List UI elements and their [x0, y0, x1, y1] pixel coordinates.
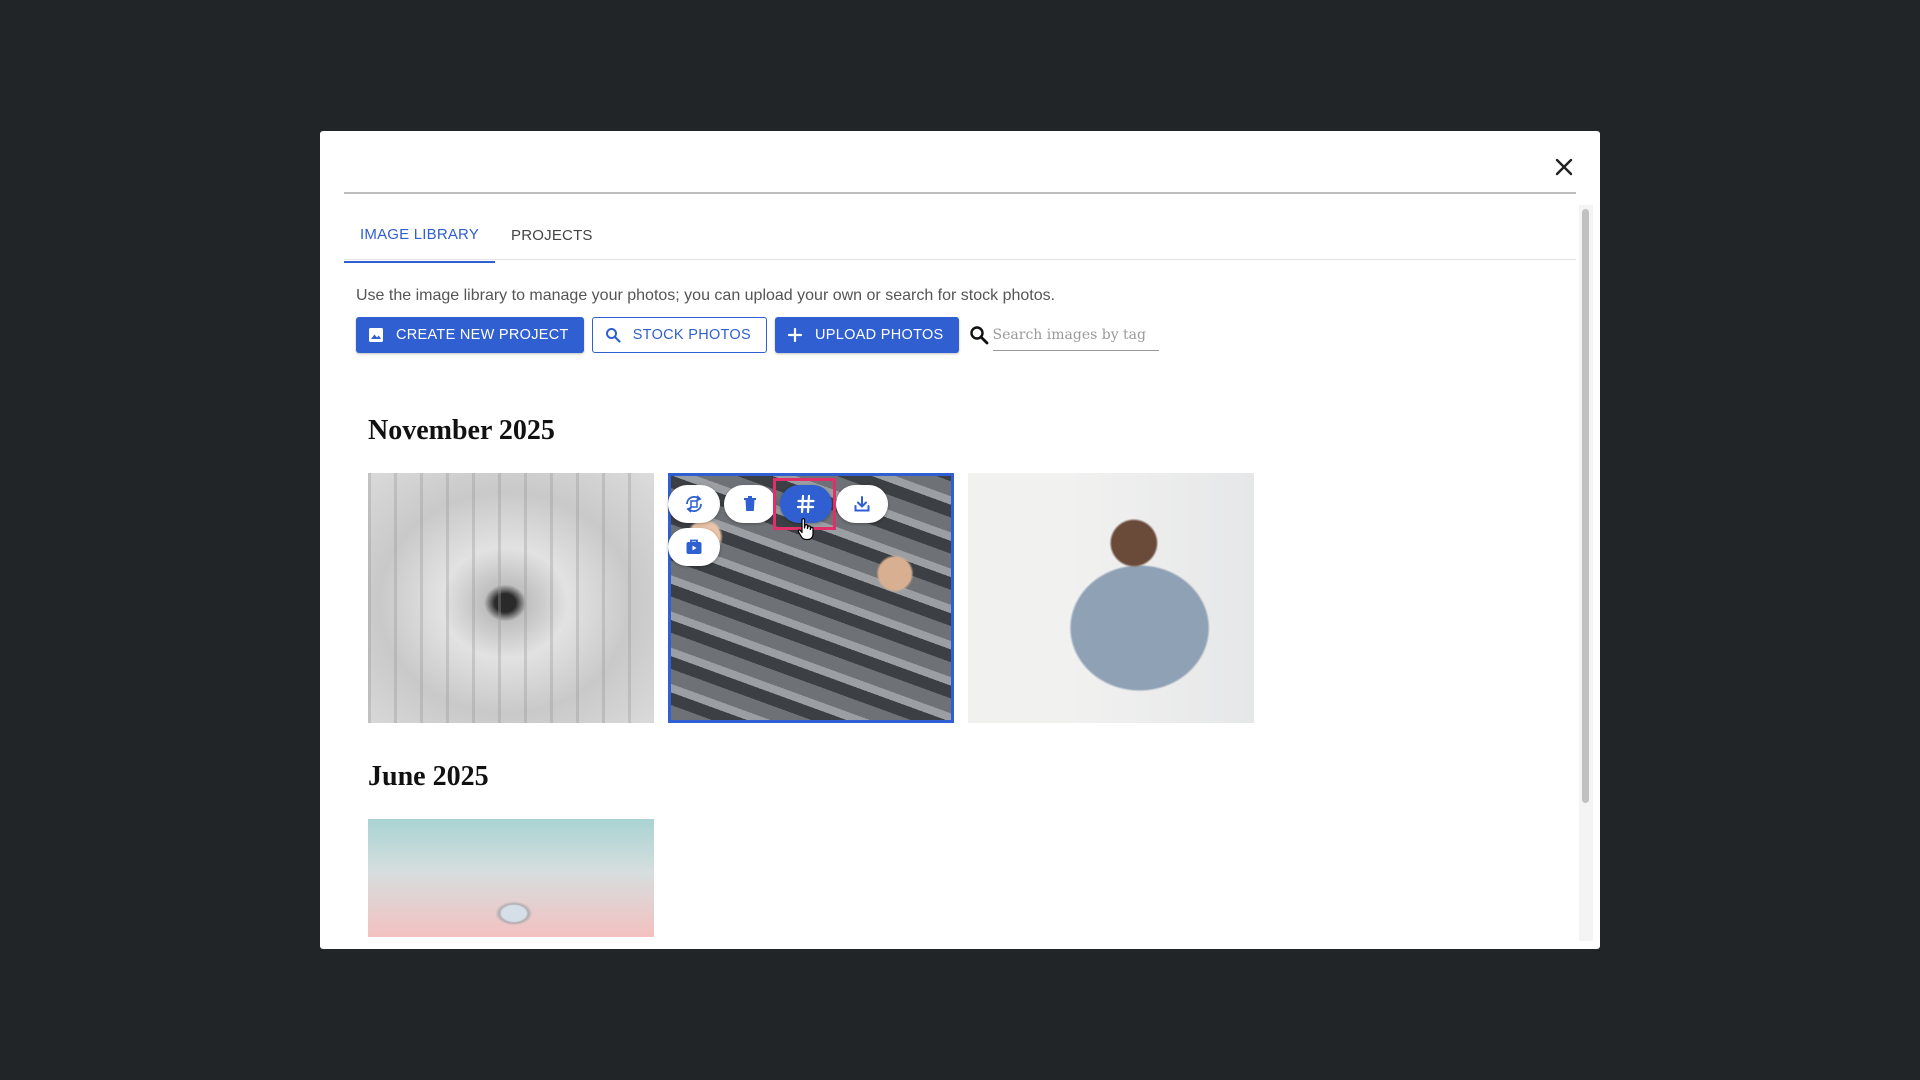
rotate-icon — [686, 495, 702, 513]
download-icon — [854, 496, 870, 512]
delete-image-button[interactable] — [724, 485, 776, 523]
search-icon — [605, 326, 623, 344]
tab-projects[interactable]: PROJECTS — [495, 208, 609, 263]
upload-photos-label: UPLOAD PHOTOS — [815, 327, 944, 343]
library-description: Use the image library to manage your pho… — [356, 287, 1056, 304]
image-tile-lightbulb[interactable] — [368, 819, 654, 937]
create-new-project-label: CREATE NEW PROJECT — [396, 327, 569, 343]
tab-image-library[interactable]: IMAGE LIBRARY — [344, 208, 496, 263]
add-to-project-icon — [686, 539, 702, 554]
tag-search-input[interactable] — [992, 319, 1159, 351]
image-icon — [368, 326, 386, 344]
download-image-button[interactable] — [836, 485, 888, 523]
tabs-divider — [344, 259, 1576, 260]
header-divider — [344, 192, 1576, 194]
section-title-november-2025: November 2025 — [368, 415, 555, 446]
tag-image-button[interactable] — [780, 485, 832, 523]
library-toolbar: CREATE NEW PROJECT STOCK PHOTOS UPLOAD P… — [356, 317, 1159, 353]
plus-icon — [787, 326, 805, 344]
trash-icon — [744, 496, 756, 511]
image-library-dialog: IMAGE LIBRARY PROJECTS Use the image lib… — [320, 131, 1600, 949]
scrollbar-thumb[interactable] — [1582, 209, 1589, 803]
content-scrollbar[interactable] — [1579, 205, 1593, 941]
stock-photos-label: STOCK PHOTOS — [632, 327, 751, 343]
tag-search — [969, 319, 1159, 351]
create-new-project-button[interactable]: CREATE NEW PROJECT — [356, 317, 584, 353]
section-title-june-2025: June 2025 — [368, 761, 489, 792]
image-tile-corridor[interactable] — [368, 473, 654, 723]
rotate-image-button[interactable] — [668, 485, 720, 523]
search-icon — [969, 324, 991, 346]
close-icon — [1555, 158, 1573, 176]
stock-photos-button[interactable]: STOCK PHOTOS — [591, 317, 767, 353]
image-tile-man-drawing[interactable] — [968, 473, 1254, 723]
tab-bar: IMAGE LIBRARY PROJECTS — [344, 208, 609, 263]
hashtag-icon — [796, 494, 815, 514]
close-button[interactable] — [1546, 149, 1582, 185]
add-to-project-button[interactable] — [668, 528, 720, 566]
upload-photos-button[interactable]: UPLOAD PHOTOS — [775, 317, 959, 353]
